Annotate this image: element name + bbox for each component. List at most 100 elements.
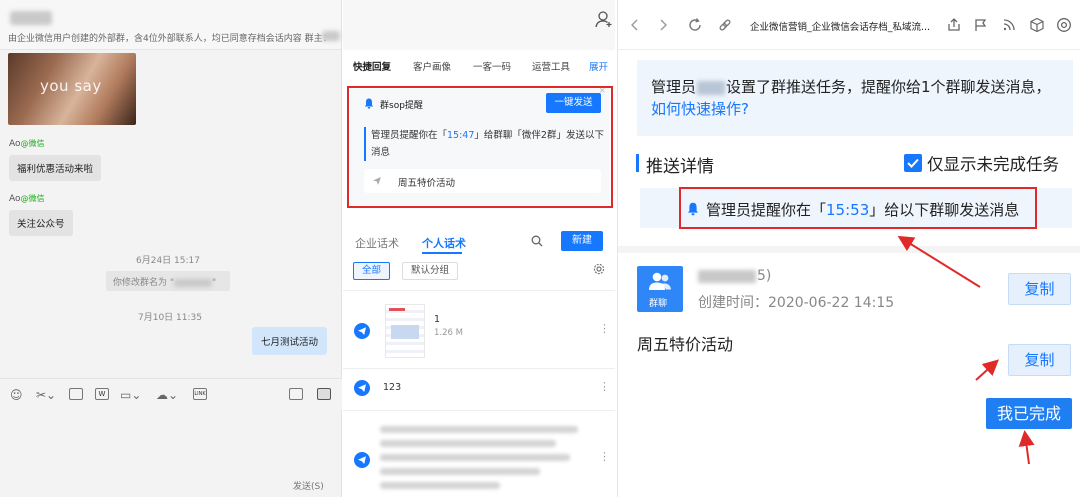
section-title: 推送详情 bbox=[636, 152, 714, 177]
chip-all[interactable]: 全部 bbox=[353, 262, 391, 280]
forward-icon[interactable] bbox=[655, 17, 671, 33]
group-avatar: 群聊 bbox=[637, 266, 683, 312]
blurred-line bbox=[380, 482, 500, 489]
sop-item-text: 周五特价活动 bbox=[398, 178, 456, 189]
page-title: 企业微信营销_企业微信会话存档_私域流... bbox=[750, 22, 931, 33]
only-unfinished-checkbox[interactable] bbox=[904, 154, 922, 172]
sop-card-body: 群sop提醒 × 一键发送 管理员提醒你在「15:47」给群聊「微伴2群」发送以… bbox=[350, 86, 610, 205]
rename-notice: 你修改群名为 " " bbox=[106, 271, 230, 291]
group-name-blurred bbox=[698, 269, 756, 283]
notice-part: 设置了群推送任务，提醒你给1个群聊发送消息， bbox=[726, 78, 1051, 96]
thumb-header bbox=[389, 308, 405, 311]
emoji-icon[interactable]: ☺ bbox=[10, 388, 23, 402]
image-icon[interactable] bbox=[69, 388, 83, 400]
sidebar-pane: 快捷回复 客户画像 一客一码 运营工具 展开 群sop提醒 × 一键发送 管理员… bbox=[343, 50, 615, 497]
section-title-text: 推送详情 bbox=[646, 157, 714, 177]
screen-icon[interactable] bbox=[289, 388, 303, 400]
group-member-count: 5) bbox=[757, 268, 772, 284]
sop-title: 群sop提醒 bbox=[380, 101, 423, 111]
photo-caption: you say bbox=[40, 77, 102, 95]
only-unfinished-label[interactable]: 仅显示未完成任务 bbox=[927, 151, 1059, 175]
divider bbox=[343, 290, 615, 291]
sidebar-toggle-icon[interactable] bbox=[317, 388, 331, 400]
help-link[interactable]: 如何快速操作? bbox=[651, 98, 749, 119]
rename-suffix: " bbox=[212, 278, 217, 288]
send-button[interactable]: 发送(S) bbox=[293, 479, 324, 492]
notice-text: 管理员 设置了群推送任务，提醒你给1个群聊发送消息， bbox=[651, 76, 1051, 98]
copy-group-button[interactable]: 复制 bbox=[1008, 273, 1071, 305]
chat-image[interactable]: you say bbox=[8, 53, 136, 125]
thumb-figure bbox=[391, 325, 419, 339]
tab-customer-code[interactable]: 一客一码 bbox=[473, 59, 511, 73]
flag-icon[interactable] bbox=[973, 17, 989, 33]
new-button[interactable]: 新建 bbox=[561, 231, 603, 251]
message-bubble[interactable]: 福利优惠活动来啦 bbox=[9, 155, 102, 181]
chrome-icon[interactable] bbox=[1056, 17, 1072, 33]
tab-customer-profile[interactable]: 客户画像 bbox=[413, 59, 451, 73]
sender-name: Ao bbox=[9, 194, 21, 204]
bell-icon bbox=[364, 98, 374, 109]
group-name: 5) bbox=[698, 268, 771, 284]
send-icon[interactable] bbox=[354, 380, 370, 396]
folder-icon[interactable]: ▭⌄ bbox=[120, 388, 141, 402]
tab-personal-scripts[interactable]: 个人话术 bbox=[422, 235, 466, 251]
sop-content-item[interactable]: 周五特价活动 bbox=[364, 169, 601, 193]
cloud-icon[interactable]: ☁⌄ bbox=[156, 388, 178, 402]
gear-icon[interactable] bbox=[593, 263, 605, 275]
add-member-icon[interactable] bbox=[595, 10, 613, 28]
group-avatar-label: 群聊 bbox=[649, 299, 668, 309]
browser-toolbar: 企业微信营销_企业微信会话存档_私域流... bbox=[618, 0, 1080, 50]
wechat-tag: @微信 bbox=[20, 139, 45, 148]
chat-pane: 由企业微信用户创建的外部群，含4位外部联系人，均已同意存档会话内容 群主： yo… bbox=[0, 0, 342, 497]
copy-content-button[interactable]: 复制 bbox=[1008, 344, 1071, 376]
owner-name-blurred bbox=[322, 31, 340, 41]
cube-icon[interactable] bbox=[1029, 17, 1045, 33]
refresh-icon[interactable] bbox=[687, 17, 703, 33]
more-icon[interactable]: ⋮ bbox=[599, 322, 610, 335]
send-icon[interactable] bbox=[354, 323, 370, 339]
link-icon[interactable] bbox=[717, 17, 733, 33]
script-text-item[interactable]: 123 ⋮ bbox=[343, 374, 615, 404]
tab-quick-reply[interactable]: 快捷回复 bbox=[353, 59, 391, 73]
more-icon[interactable]: ⋮ bbox=[599, 450, 610, 463]
chip-default-group[interactable]: 默认分组 bbox=[402, 262, 459, 280]
share-icon[interactable] bbox=[946, 17, 962, 33]
sop-time: 15:47 bbox=[447, 130, 475, 141]
blurred-line bbox=[380, 426, 578, 433]
group-icon bbox=[649, 272, 671, 290]
tab-company-scripts[interactable]: 企业话术 bbox=[355, 235, 399, 251]
rss-icon[interactable] bbox=[1001, 17, 1017, 33]
group-name-blurred bbox=[174, 278, 213, 287]
tab-expand[interactable]: 展开 bbox=[589, 59, 608, 73]
arrow-to-copy bbox=[975, 359, 999, 381]
blurred-line bbox=[380, 440, 556, 447]
mobile-browser-pane: 企业微信营销_企业微信会话存档_私域流... 管理员 设置了群推送任务，提醒你给1… bbox=[617, 0, 1080, 497]
chat-title-blurred bbox=[10, 11, 52, 25]
my-message-bubble[interactable]: 七月测试活动 bbox=[252, 327, 328, 355]
send-icon[interactable] bbox=[354, 452, 370, 468]
back-icon[interactable] bbox=[627, 17, 643, 33]
sidebar-header-strip bbox=[343, 0, 615, 50]
divider bbox=[343, 368, 615, 369]
check-icon bbox=[907, 158, 919, 168]
script-file-item[interactable]: 1 1.26 M ⋮ bbox=[343, 304, 615, 368]
sop-msg-part: 管理员提醒你在「 bbox=[371, 130, 448, 141]
search-icon[interactable] bbox=[531, 235, 543, 247]
word-icon[interactable]: W bbox=[95, 388, 109, 400]
screenshot-root: 由企业微信用户创建的外部群，含4位外部联系人，均已同意存档会话内容 群主： yo… bbox=[0, 0, 1080, 497]
timestamp: 6月24日 15:17 bbox=[136, 256, 200, 266]
more-icon[interactable]: ⋮ bbox=[599, 380, 610, 393]
message-bubble[interactable]: 关注公众号 bbox=[9, 210, 73, 236]
done-button[interactable]: 我已完成 bbox=[986, 398, 1072, 429]
one-click-send-button[interactable]: 一键发送 bbox=[546, 93, 601, 113]
timestamp: 7月10日 11:35 bbox=[138, 313, 202, 323]
link-icon[interactable]: LINK bbox=[193, 388, 207, 400]
file-thumbnail bbox=[385, 304, 425, 358]
tab-ops-tools[interactable]: 运营工具 bbox=[532, 59, 570, 73]
file-size: 1.26 M bbox=[434, 328, 463, 338]
file-name: 1 bbox=[434, 314, 441, 325]
script-text-item-blurred[interactable]: ⋮ bbox=[343, 418, 615, 497]
blurred-line bbox=[380, 454, 570, 461]
created-time: 创建时间：2020-06-22 14:15 bbox=[698, 295, 895, 311]
scissors-icon[interactable]: ✂⌄ bbox=[36, 388, 56, 402]
